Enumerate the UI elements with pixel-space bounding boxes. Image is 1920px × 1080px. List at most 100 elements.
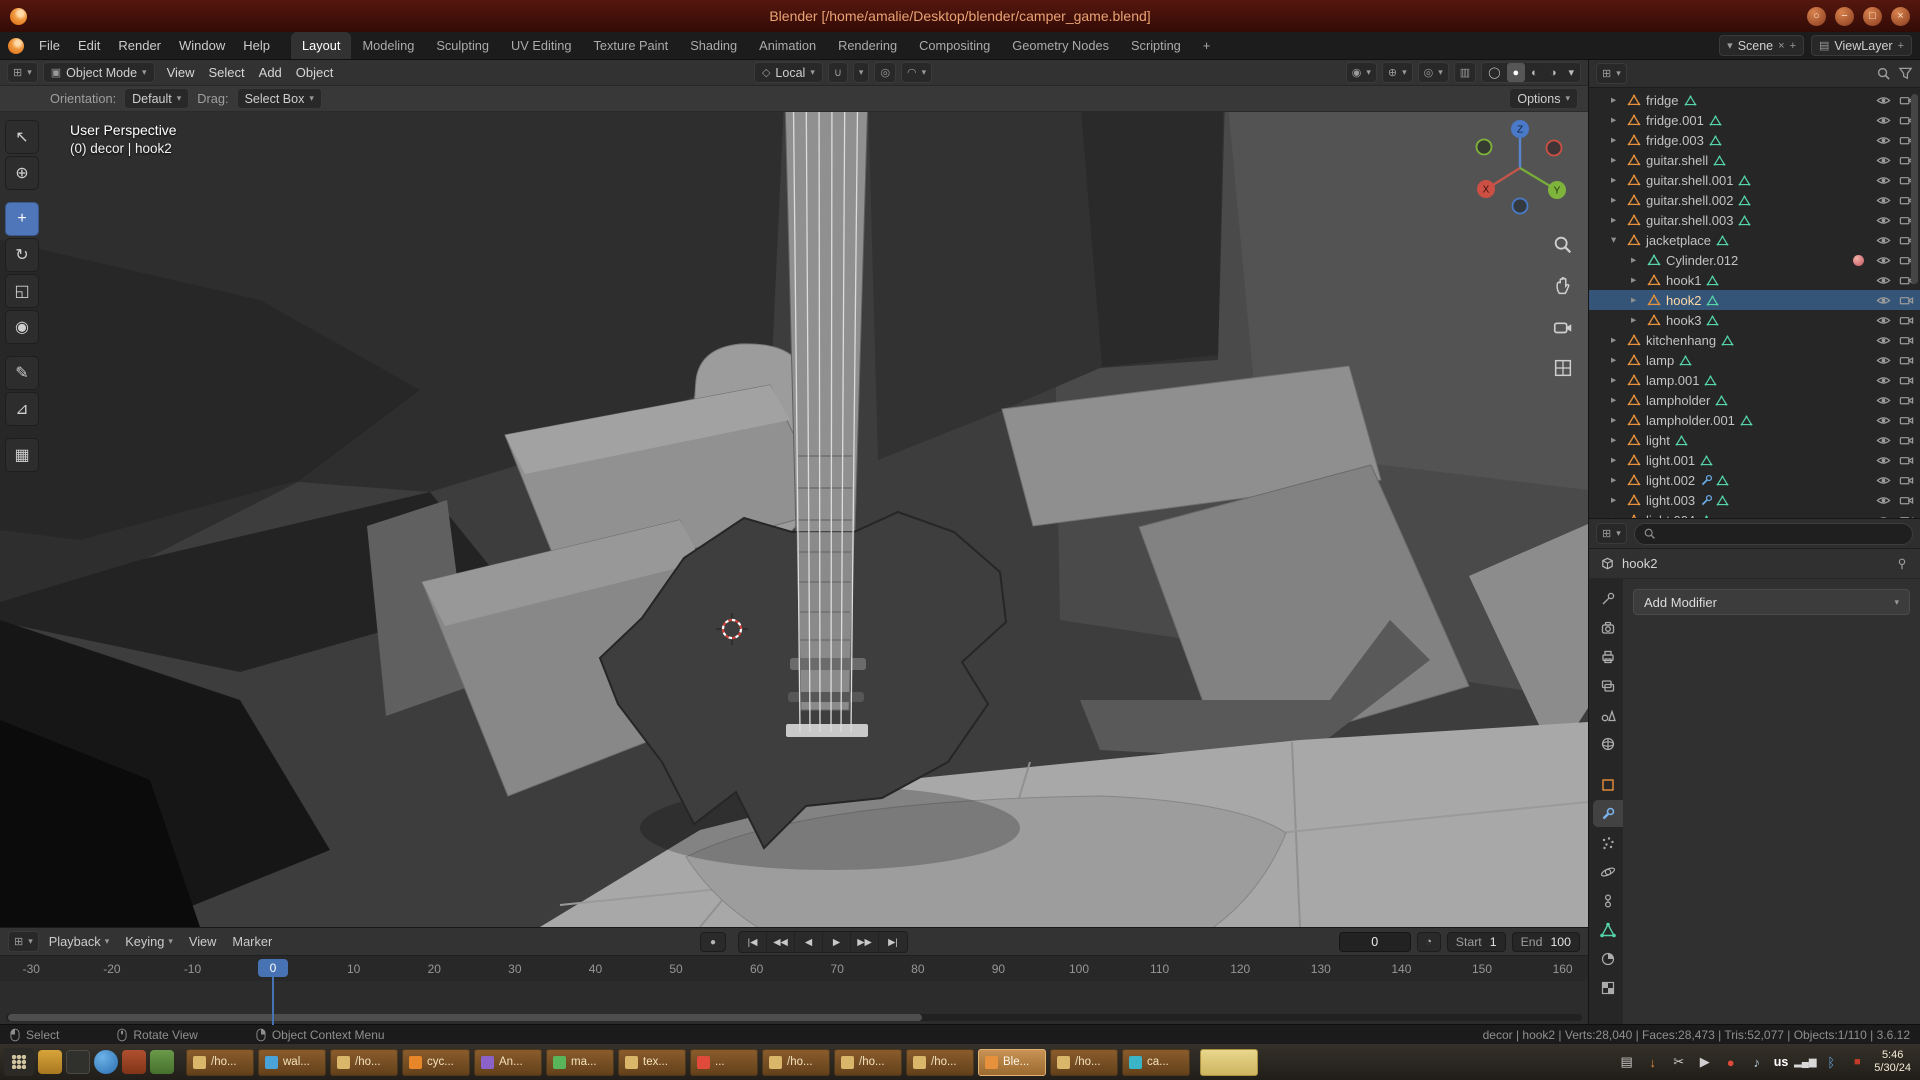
workspace-tab[interactable]: Animation xyxy=(748,32,827,59)
expand-arrow-icon[interactable]: ▸ xyxy=(1611,214,1624,226)
outliner-row[interactable]: ▸ lampholder.001 xyxy=(1589,410,1920,430)
outliner-row[interactable]: ▸ lamp.001 xyxy=(1589,370,1920,390)
outliner-item-label[interactable]: light.004 xyxy=(1646,513,1695,519)
hide-eye-icon[interactable] xyxy=(1876,393,1891,408)
tool-cursor[interactable]: ⊕ xyxy=(5,156,39,190)
tab-modifiers[interactable] xyxy=(1593,800,1623,827)
disable-render-icon[interactable] xyxy=(1899,493,1914,508)
expand-arrow-icon[interactable]: ▸ xyxy=(1611,334,1624,346)
player-tray-icon[interactable]: ▶ xyxy=(1696,1053,1714,1071)
timeline-scrollbar[interactable] xyxy=(6,1014,1582,1021)
taskbar-window-button[interactable]: ma... xyxy=(546,1049,614,1076)
pin-icon[interactable] xyxy=(1895,557,1909,571)
hide-eye-icon[interactable] xyxy=(1876,153,1891,168)
zoom-icon[interactable] xyxy=(1550,232,1576,258)
disable-render-icon[interactable] xyxy=(1899,333,1914,348)
menubar-menu[interactable]: File xyxy=(30,32,69,59)
outliner-item-label[interactable]: fridge.003 xyxy=(1646,133,1704,148)
hide-eye-icon[interactable] xyxy=(1876,493,1891,508)
taskbar-window-button[interactable]: /ho... xyxy=(834,1049,902,1076)
disable-render-icon[interactable] xyxy=(1899,413,1914,428)
hide-eye-icon[interactable] xyxy=(1876,473,1891,488)
close-button[interactable]: × xyxy=(1891,7,1910,26)
clock[interactable]: 5:46 5/30/24 xyxy=(1874,1049,1911,1075)
expand-arrow-icon[interactable]: ▸ xyxy=(1611,474,1624,486)
workspace-tab[interactable]: Sculpting xyxy=(425,32,500,59)
hide-eye-icon[interactable] xyxy=(1876,513,1891,519)
add-modifier-button[interactable]: Add Modifier ▾ xyxy=(1633,589,1910,615)
expand-arrow-icon[interactable]: ▸ xyxy=(1611,194,1624,206)
tool-add-cube[interactable]: ▦ xyxy=(5,438,39,472)
outliner-item-label[interactable]: light xyxy=(1646,433,1670,448)
play-reverse-button[interactable]: ◀ xyxy=(795,932,823,952)
music-tray-icon[interactable]: ♪ xyxy=(1748,1053,1766,1071)
camera-view-icon[interactable] xyxy=(1550,314,1576,340)
menu-button[interactable] xyxy=(4,1048,34,1076)
recorder-tray-icon[interactable]: ● xyxy=(1722,1053,1740,1071)
jump-to-end-button[interactable]: ▶| xyxy=(879,932,907,952)
taskbar-window-button[interactable]: tex... xyxy=(618,1049,686,1076)
tab-render[interactable] xyxy=(1593,614,1623,641)
security-shield-icon[interactable]: ■ xyxy=(1848,1053,1866,1071)
shading-rendered-button[interactable]: ◑ xyxy=(1544,63,1563,82)
expand-arrow-icon[interactable]: ▸ xyxy=(1611,434,1624,446)
next-keyframe-button[interactable]: ▶▶ xyxy=(851,932,879,952)
tab-object-data[interactable] xyxy=(1593,916,1623,943)
hide-eye-icon[interactable] xyxy=(1876,133,1891,148)
maximize-button[interactable]: □ xyxy=(1863,7,1882,26)
taskbar-window-button[interactable]: /ho... xyxy=(330,1049,398,1076)
outliner-item-label[interactable]: lamp.001 xyxy=(1646,373,1699,388)
outliner-row[interactable]: ▸ light.003 xyxy=(1589,490,1920,510)
prev-keyframe-button[interactable]: ◀◀ xyxy=(767,932,795,952)
disable-render-icon[interactable] xyxy=(1899,353,1914,368)
current-frame-field[interactable]: 0 xyxy=(1339,932,1411,952)
workspace-tab[interactable]: Geometry Nodes xyxy=(1001,32,1120,59)
expand-arrow-icon[interactable]: ▸ xyxy=(1611,154,1624,166)
bluetooth-icon[interactable]: ᛒ xyxy=(1822,1053,1840,1071)
disable-render-icon[interactable] xyxy=(1899,433,1914,448)
options-dropdown[interactable]: Options ▾ xyxy=(1509,88,1578,109)
outliner-row[interactable]: ▸ Cylinder.012 xyxy=(1589,250,1920,270)
workspace-tab[interactable]: Texture Paint xyxy=(583,32,680,59)
outliner-row[interactable]: ▸ lamp xyxy=(1589,350,1920,370)
taskbar-window-button[interactable]: cyc... xyxy=(402,1049,470,1076)
outliner-item-label[interactable]: jacketplace xyxy=(1646,233,1711,248)
outliner-item-label[interactable]: lampholder.001 xyxy=(1646,413,1735,428)
mode-select[interactable]: ▣ Object Mode ▾ xyxy=(43,62,155,83)
gizmos-dropdown[interactable]: ⊕ ▾ xyxy=(1382,62,1413,83)
tab-scene[interactable] xyxy=(1593,701,1623,728)
tab-tool[interactable] xyxy=(1593,585,1623,612)
expand-arrow-icon[interactable]: ▸ xyxy=(1611,414,1624,426)
expand-arrow-icon[interactable]: ▸ xyxy=(1631,274,1644,286)
blender-menu-icon[interactable] xyxy=(8,38,24,54)
outliner-item-label[interactable]: kitchenhang xyxy=(1646,333,1716,348)
taskbar-window-button[interactable]: ca... xyxy=(1122,1049,1190,1076)
tool-rotate[interactable]: ↻ xyxy=(5,238,39,272)
shading-material-button[interactable]: ◐ xyxy=(1525,63,1544,82)
timeline-editor-type-button[interactable]: ⊞ ▾ xyxy=(8,931,39,952)
taskbar-window-button[interactable]: /ho... xyxy=(1050,1049,1118,1076)
workspace-tab[interactable]: Layout xyxy=(291,32,351,59)
outliner-row[interactable]: ▸ light.002 xyxy=(1589,470,1920,490)
viewlayer-selector[interactable]: ▤ ViewLayer + xyxy=(1811,35,1912,56)
viewlayer-new-icon[interactable]: + xyxy=(1898,40,1904,52)
tool-select-box[interactable]: ↖ xyxy=(5,120,39,154)
network-signal-icon[interactable]: ▂▄▆ xyxy=(1796,1053,1814,1071)
viewport-menu[interactable]: Object xyxy=(289,65,341,80)
viewport-3d[interactable]: ⊞ ▾ ▣ Object Mode ▾ ViewSelectAddObject … xyxy=(0,60,1588,927)
outliner-item-label[interactable]: light.002 xyxy=(1646,473,1695,488)
workspace-tab[interactable]: Rendering xyxy=(827,32,908,59)
viewport-menu[interactable]: Add xyxy=(252,65,289,80)
proportional-edit-toggle[interactable]: ◎ xyxy=(874,62,896,83)
outliner-item-label[interactable]: fridge xyxy=(1646,93,1679,108)
outliner-item-label[interactable]: hook2 xyxy=(1666,293,1701,308)
tool-scale[interactable]: ◱ xyxy=(5,274,39,308)
outliner-filter-icon[interactable] xyxy=(1898,66,1913,81)
tab-physics[interactable] xyxy=(1593,858,1623,885)
outliner-row[interactable]: ▸ guitar.shell.001 xyxy=(1589,170,1920,190)
playhead-frame-label[interactable]: 0 xyxy=(258,959,288,977)
hide-eye-icon[interactable] xyxy=(1876,213,1891,228)
tab-output[interactable] xyxy=(1593,643,1623,670)
expand-arrow-icon[interactable]: ▸ xyxy=(1631,314,1644,326)
timeline-menu[interactable]: Keying ▾ xyxy=(117,934,181,949)
